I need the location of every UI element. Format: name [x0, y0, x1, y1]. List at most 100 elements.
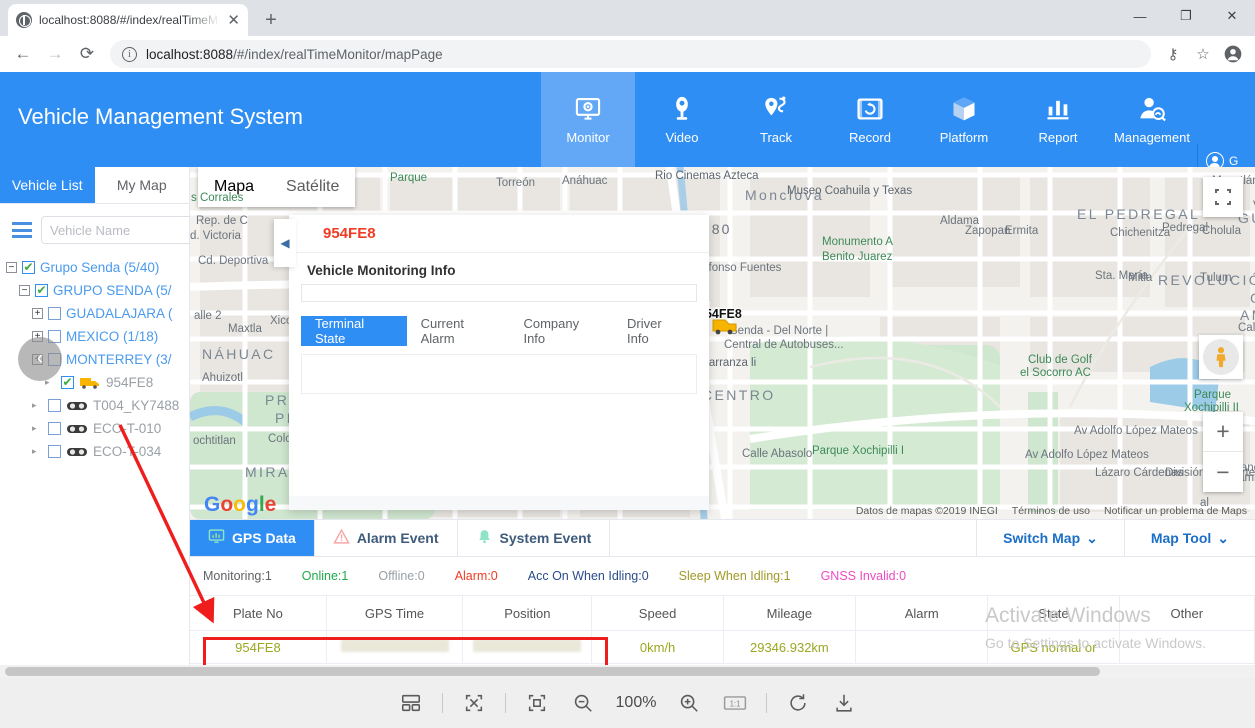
download-icon[interactable] [829, 688, 859, 718]
zoom-out-icon[interactable] [568, 688, 598, 718]
tree-checkbox[interactable] [48, 445, 61, 458]
reload-icon[interactable]: ⟳ [72, 39, 102, 69]
site-info-icon[interactable]: i [122, 46, 137, 62]
street-view-pegman-icon[interactable] [1199, 335, 1243, 379]
fit-selection-icon[interactable] [459, 688, 489, 718]
tree-checkbox[interactable] [61, 375, 74, 389]
maximize-button[interactable]: ❐ [1163, 0, 1209, 32]
password-key-icon[interactable]: ⚷ [1159, 40, 1187, 68]
chevron-down-icon: ⌄ [1217, 529, 1229, 546]
new-tab-button[interactable]: + [258, 8, 284, 34]
toolbar-divider [766, 693, 767, 713]
table-column-header[interactable]: State [987, 595, 1120, 631]
nav-item-platform[interactable]: Platform [917, 72, 1011, 167]
tree-vehicle-node[interactable]: ▸ ECO-T-034 [6, 440, 189, 463]
tree-checkbox[interactable] [22, 260, 35, 274]
table-column-header[interactable]: Speed [591, 595, 724, 631]
tree-checkbox[interactable] [48, 307, 61, 320]
nav-item-record[interactable]: Record [823, 72, 917, 167]
tree-vehicle-node[interactable]: ▸ ECO-T-010 [6, 417, 189, 440]
map-attr-terms[interactable]: Términos de uso [1012, 505, 1090, 517]
tree-leaf-arrow-icon[interactable]: ▸ [32, 423, 43, 434]
switch-map-label: Switch Map [1003, 530, 1081, 546]
nav-item-video[interactable]: Video [635, 72, 729, 167]
sidebar-collapse-button[interactable]: ‹ [18, 337, 62, 381]
tree-group-node[interactable]: + GUADALAJARA ( [6, 302, 189, 325]
tree-leaf-arrow-icon[interactable]: ▸ [32, 446, 43, 457]
close-window-button[interactable]: ✕ [1209, 0, 1255, 32]
track-pin-icon [761, 94, 791, 124]
layout-icon[interactable] [396, 688, 426, 718]
map-label: Monumento A [822, 236, 893, 248]
tab-current-alarm[interactable]: Current Alarm [407, 316, 510, 346]
info-panel-collapse-button[interactable]: ◀ [274, 219, 296, 267]
map-label: Anáhuac [562, 175, 608, 187]
tree-checkbox[interactable] [48, 422, 61, 435]
tree-checkbox[interactable] [35, 283, 48, 297]
table-column-header[interactable]: Other [1119, 595, 1255, 631]
zoom-in-icon[interactable] [674, 688, 704, 718]
map-zoom-out-button[interactable]: − [1203, 452, 1243, 492]
rotate-icon[interactable] [783, 688, 813, 718]
browser-tab[interactable]: localhost:8088/#/index/realTimeM ✕ [8, 4, 248, 36]
tab-vehicle-list[interactable]: Vehicle List [0, 167, 95, 203]
tab-system-event[interactable]: System Event [458, 520, 611, 556]
tree-group-node[interactable]: − GRUPO SENDA (5/ [6, 279, 189, 302]
switch-map-menu[interactable]: Switch Map ⌄ [977, 520, 1125, 556]
map-tool-label: Map Tool [1150, 530, 1212, 546]
tree-expander-icon[interactable]: − [6, 262, 17, 273]
minimize-button[interactable]: — [1117, 0, 1163, 32]
table-header-row: Plate No GPS Time Position Speed Mileage Alar… [190, 595, 1255, 631]
tab-terminal-state[interactable]: Terminal State [301, 316, 407, 346]
list-view-icon[interactable] [12, 222, 32, 238]
page-horizontal-scrollbar[interactable] [0, 665, 1255, 678]
tree-group-node[interactable]: − Grupo Senda (5/40) [6, 256, 189, 279]
map-fullscreen-button[interactable] [1203, 177, 1243, 217]
table-column-header[interactable]: Plate No [190, 595, 327, 631]
address-bar[interactable]: i localhost:8088/#/index/realTimeMonitor… [110, 40, 1151, 68]
table-row[interactable]: 954FE8 0km/h 29346.932km GPS normal or [190, 630, 1255, 664]
tab-gps-data[interactable]: GPS Data [190, 520, 315, 556]
status-counter: GNSS Invalid:0 [820, 569, 907, 583]
nav-item-report[interactable]: Report [1011, 72, 1105, 167]
info-field-box [301, 284, 697, 302]
browser-tabstrip: localhost:8088/#/index/realTimeM ✕ + — ❐… [0, 0, 1255, 36]
fit-page-icon[interactable] [522, 688, 552, 718]
nav-item-track[interactable]: Track [729, 72, 823, 167]
table-column-header[interactable]: Alarm [855, 595, 989, 631]
video-camera-icon [667, 94, 697, 124]
nav-item-monitor[interactable]: Monitor [541, 72, 635, 167]
map-attr-data: Datos de mapas ©2019 INEGI [855, 505, 998, 517]
tree-vehicle-node[interactable]: ▸ T004_KY7488 [6, 394, 189, 417]
back-icon[interactable]: ← [8, 39, 38, 69]
map-label: Parque Xochipilli I [812, 445, 905, 457]
bookmark-star-icon[interactable]: ☆ [1189, 40, 1217, 68]
tab-driver-info[interactable]: Driver Info [613, 316, 697, 346]
table-column-header[interactable]: Position [462, 595, 593, 631]
bottom-tabs: GPS Data Alarm Event System Event Switch… [190, 520, 1255, 557]
map-attr-report[interactable]: Notificar un problema de Maps [1104, 505, 1247, 517]
map-tool-menu[interactable]: Map Tool ⌄ [1125, 520, 1255, 556]
scrollbar-thumb[interactable] [5, 667, 1100, 676]
profile-avatar-icon[interactable] [1219, 40, 1247, 68]
tree-leaf-arrow-icon[interactable]: ▸ [32, 400, 43, 411]
map-zoom-in-button[interactable]: + [1203, 412, 1243, 452]
tree-checkbox[interactable] [48, 399, 61, 412]
nav-item-management[interactable]: Management [1105, 72, 1199, 167]
forward-icon[interactable]: → [40, 39, 70, 69]
tab-alarm-event[interactable]: Alarm Event [315, 520, 458, 556]
tab-close-icon[interactable]: ✕ [227, 13, 240, 28]
map-type-satelite[interactable]: Satélite [270, 167, 355, 207]
tab-my-map[interactable]: My Map [95, 167, 190, 203]
chevron-down-icon: ⌄ [1086, 529, 1098, 546]
tree-expander-icon[interactable]: − [19, 285, 30, 296]
actual-size-icon[interactable]: 1:1 [720, 688, 750, 718]
window-controls: — ❐ ✕ [1117, 0, 1255, 32]
table-column-header[interactable]: Mileage [723, 595, 857, 631]
table-column-header[interactable]: GPS Time [326, 595, 464, 631]
zoom-level[interactable]: 100% [614, 694, 658, 712]
nav-label-report: Report [1038, 130, 1078, 145]
tab-company-info[interactable]: Company Info [509, 316, 613, 346]
table-cell-position [462, 630, 593, 664]
tree-expander-icon[interactable]: + [32, 308, 43, 319]
